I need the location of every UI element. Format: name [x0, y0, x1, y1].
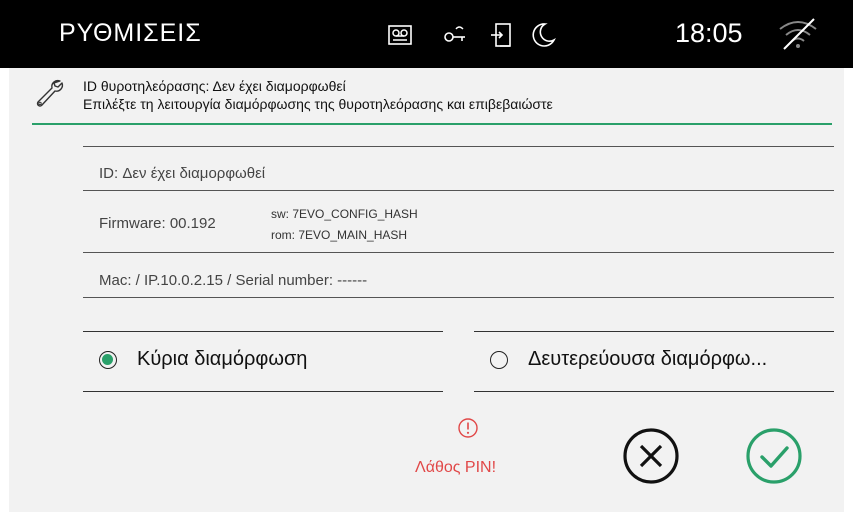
confirm-button[interactable] — [742, 424, 806, 488]
settings-panel: ID θυροτηλεόρασης: Δεν έχει διαμορφωθεί … — [9, 68, 844, 512]
divider — [83, 252, 834, 253]
door-icon — [491, 23, 511, 47]
voicemail-icon — [388, 25, 412, 45]
divider — [83, 190, 834, 191]
divider — [83, 146, 834, 147]
key-icon — [444, 26, 465, 42]
cancel-button[interactable] — [619, 424, 683, 488]
moon-icon — [532, 23, 556, 47]
network-info-text: Mac: / IP.10.0.2.15 / Serial number: ---… — [99, 272, 368, 289]
divider — [83, 297, 834, 298]
secondary-config-label[interactable]: Δευτερεύουσα διαμόρφω... — [528, 348, 767, 371]
panel-instructions: Επιλέξτε τη λειτουργία διαμόρφωσης της θ… — [83, 96, 553, 112]
top-bar: ΡΥΘΜΙΣΕΙΣ 18:05 — [0, 0, 853, 68]
firmware-text: Firmware: 00.192 — [99, 215, 216, 232]
device-id-text: ID: Δεν έχει διαμορφωθεί — [99, 165, 266, 182]
rom-hash-text: rom: 7EVO_MAIN_HASH — [271, 228, 408, 242]
option-divider — [83, 331, 443, 332]
wifi-off-icon — [779, 18, 817, 50]
primary-radio[interactable] — [99, 351, 117, 369]
sw-hash-text: sw: 7EVO_CONFIG_HASH — [271, 207, 418, 221]
clock: 18:05 — [675, 18, 743, 48]
page-title: ΡΥΘΜΙΣΕΙΣ — [59, 19, 202, 47]
error-icon — [458, 418, 478, 438]
error-message: Λάθος PIN! — [415, 459, 497, 476]
panel-id-heading: ID θυροτηλεόρασης: Δεν έχει διαμορφωθεί — [83, 78, 346, 94]
option-divider — [474, 391, 834, 392]
option-divider — [83, 391, 443, 392]
primary-config-label[interactable]: Κύρια διαμόρφωση — [137, 348, 307, 371]
wrench-icon — [36, 79, 64, 107]
header-divider — [32, 123, 832, 125]
option-divider — [474, 331, 834, 332]
secondary-radio[interactable] — [490, 351, 508, 369]
